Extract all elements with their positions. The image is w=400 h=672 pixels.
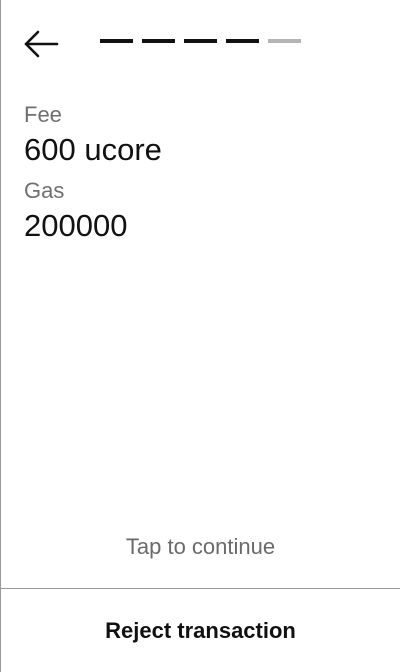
header [1,0,400,90]
transaction-details: Fee 600 ucore Gas 200000 [24,100,384,252]
progress-step-2 [142,39,175,43]
back-button[interactable] [23,28,59,60]
reject-transaction-button[interactable]: Reject transaction [1,589,400,672]
transaction-review-screen[interactable]: Fee 600 ucore Gas 200000 Tap to continue… [0,0,400,672]
tap-to-continue-hint: Tap to continue [125,534,276,559]
arrow-left-icon [24,30,59,58]
progress-step-5 [268,39,301,43]
gas-value: 200000 [24,208,128,243]
progress-step-1 [100,39,133,43]
progress-step-4 [226,39,259,43]
step-progress-indicator [100,39,301,45]
fee-label: Fee [24,102,62,127]
fee-value: 600 ucore [24,132,162,167]
progress-step-3 [184,39,217,43]
gas-label: Gas [24,178,65,203]
